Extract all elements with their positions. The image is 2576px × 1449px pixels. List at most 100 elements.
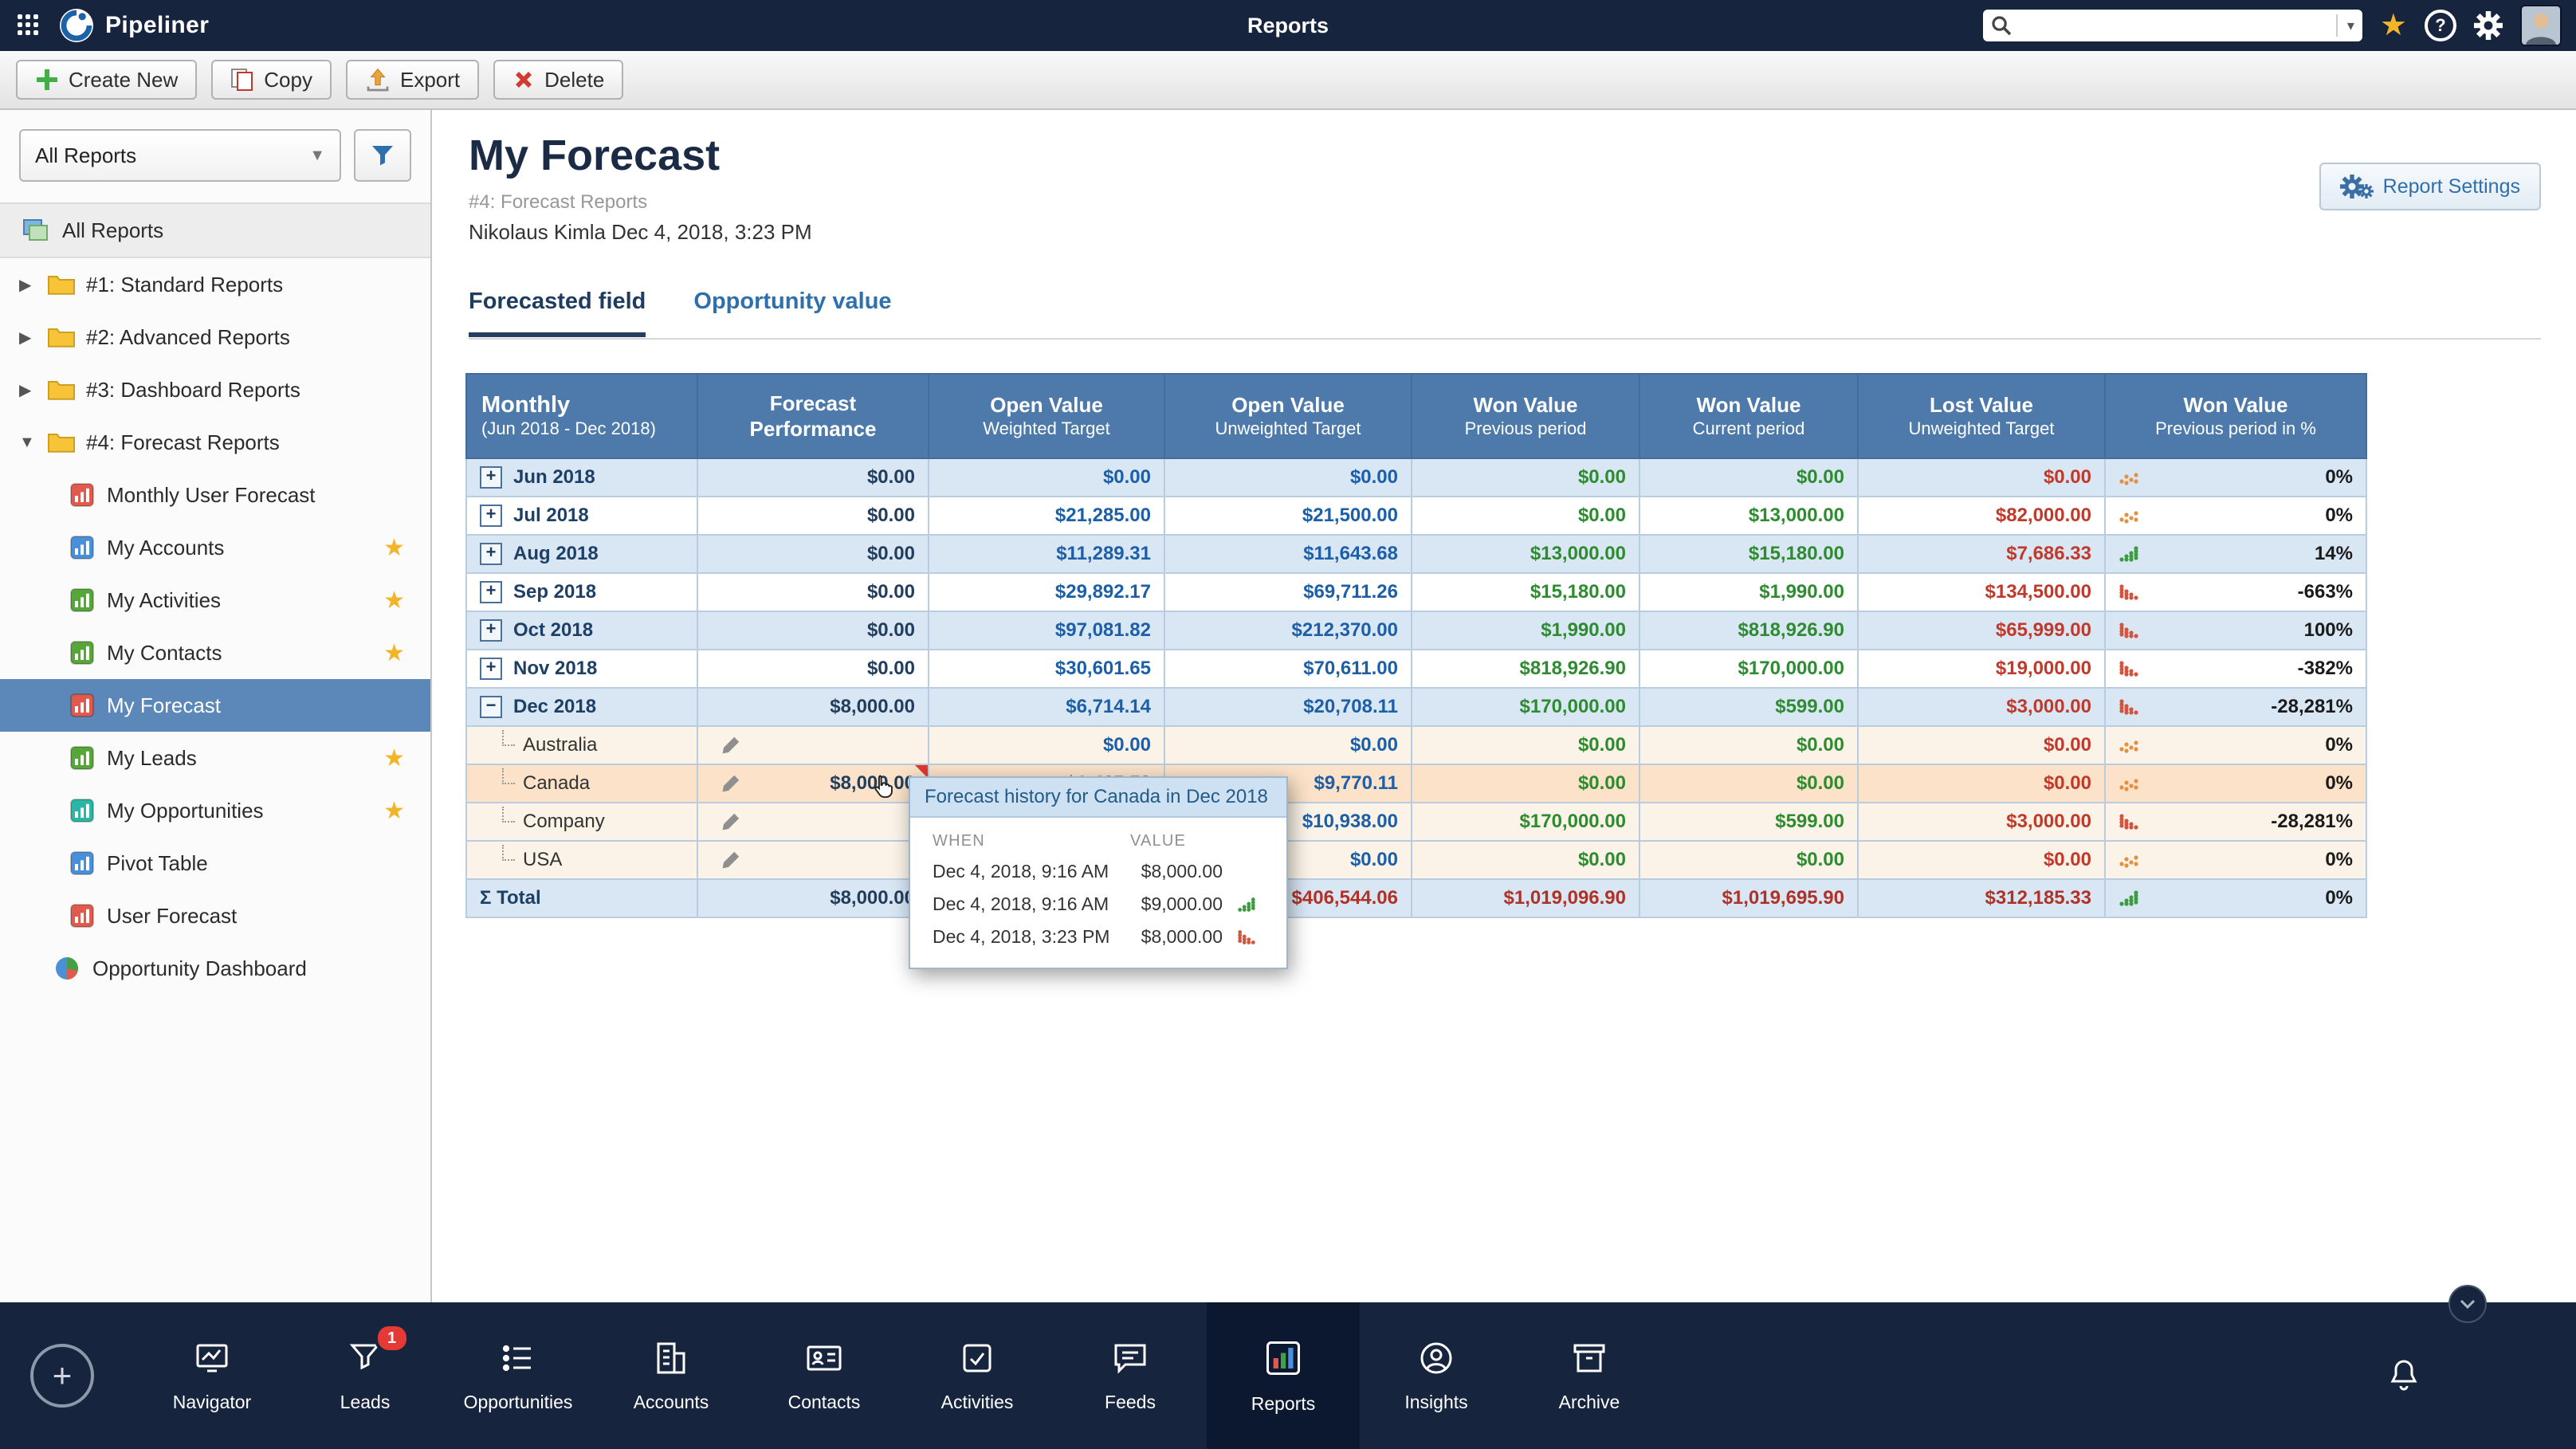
create-new-button[interactable]: Create New: [16, 60, 198, 100]
sidebar-item-my-activities[interactable]: My Activities ★: [0, 574, 430, 626]
table-row-nov-2018: + Nov 2018 $0.00 $30,601.65 $70,611.00 $818,9…: [465, 649, 2367, 689]
sidebar-item-user-forecast[interactable]: User Forecast: [0, 889, 430, 942]
nav-item-contacts[interactable]: Contacts: [748, 1302, 901, 1449]
sidebar-item-all-reports[interactable]: All Reports: [0, 202, 430, 258]
nav-item-reports[interactable]: Reports: [1207, 1302, 1360, 1449]
column-header-monthly-jun-2018-dec-2018[interactable]: Monthly (Jun 2018 - Dec 2018): [465, 373, 698, 459]
collapse-row-icon[interactable]: −: [480, 696, 502, 718]
filter-button[interactable]: [354, 129, 411, 182]
sidebar-item-monthly-user-forecast[interactable]: Monthly User Forecast: [0, 469, 430, 521]
nav-item-opportunities[interactable]: Opportunities: [442, 1302, 595, 1449]
cell-period-label: USA: [465, 840, 698, 880]
column-header-open-value-weighted-target[interactable]: Open Value Weighted Target: [928, 373, 1165, 459]
cell-won-previous: $0.00: [1411, 725, 1640, 765]
edit-pencil-icon[interactable]: [721, 850, 741, 870]
sidebar-item-label: Opportunity Dashboard: [92, 956, 307, 980]
chevron-right-icon[interactable]: ▶: [19, 275, 48, 295]
tab-opportunity-value[interactable]: Opportunity value: [693, 289, 891, 337]
nav-item-accounts[interactable]: Accounts: [595, 1302, 748, 1449]
star-icon[interactable]: ★: [383, 797, 405, 825]
cell-period-label[interactable]: + Nov 2018: [465, 649, 698, 689]
chevron-right-icon[interactable]: ▶: [19, 380, 48, 400]
sidebar-item-label: #3: Dashboard Reports: [86, 377, 300, 402]
cell-period-label[interactable]: + Aug 2018: [465, 534, 698, 574]
nav-item-label: Contacts: [787, 1391, 861, 1412]
edit-pencil-icon[interactable]: [721, 811, 741, 832]
star-icon[interactable]: ★: [383, 744, 405, 772]
search-input[interactable]: [2019, 13, 2330, 38]
cell-period-label[interactable]: + Sep 2018: [465, 572, 698, 612]
settings-gear-icon[interactable]: [2474, 11, 2503, 40]
activities-icon: [958, 1339, 996, 1377]
collapse-nav-button[interactable]: [2448, 1285, 2487, 1323]
sidebar-item-4-forecast-reports[interactable]: ▼ #4: Forecast Reports: [0, 416, 430, 469]
sidebar-item-opportunity-dashboard[interactable]: Opportunity Dashboard: [0, 942, 430, 995]
app-grid-icon[interactable]: [18, 14, 40, 37]
nav-item-archive[interactable]: Archive: [1513, 1302, 1666, 1449]
expand-row-icon[interactable]: +: [480, 581, 502, 603]
cell-lost-unweighted: $0.00: [1857, 764, 2106, 803]
tab-forecasted-field[interactable]: Forecasted field: [469, 289, 646, 337]
chevron-down-icon[interactable]: ▼: [19, 434, 48, 452]
nav-item-activities[interactable]: Activities: [901, 1302, 1054, 1449]
column-header-forecast-performance[interactable]: Forecast Performance: [697, 373, 929, 459]
global-search[interactable]: ▾: [1982, 10, 2362, 41]
insights-icon: [1417, 1339, 1455, 1377]
sidebar-filter-bar: All Reports ▼: [0, 110, 430, 202]
period-label: Aug 2018: [513, 543, 599, 564]
nav-item-insights[interactable]: Insights: [1360, 1302, 1513, 1449]
edit-pencil-icon[interactable]: [721, 735, 741, 756]
opportunities-icon: [499, 1339, 537, 1377]
column-header-won-value-previous-period-in[interactable]: Won Value Previous period in %: [2104, 373, 2367, 459]
expand-row-icon[interactable]: +: [480, 505, 502, 527]
report-tile-icon: [70, 641, 94, 665]
report-settings-button[interactable]: Report Settings: [2319, 163, 2541, 210]
sidebar-item-my-opportunities[interactable]: My Opportunities ★: [0, 784, 430, 837]
nav-item-leads[interactable]: Leads 1: [289, 1302, 442, 1449]
expand-row-icon[interactable]: +: [480, 466, 502, 489]
cell-period-label[interactable]: + Jun 2018: [465, 457, 698, 497]
star-icon[interactable]: ★: [383, 639, 405, 667]
sidebar-item-my-forecast[interactable]: My Forecast: [0, 679, 430, 732]
sidebar-item-3-dashboard-reports[interactable]: ▶ #3: Dashboard Reports: [0, 363, 430, 416]
cell-period-label[interactable]: + Oct 2018: [465, 611, 698, 650]
reports-tree: All Reports ▶ #1: Standard Reports ▶ #2: Adv…: [0, 202, 430, 1302]
nav-item-feeds[interactable]: Feeds: [1054, 1302, 1207, 1449]
sidebar-item-my-contacts[interactable]: My Contacts ★: [0, 626, 430, 679]
star-icon[interactable]: ★: [383, 534, 405, 562]
copy-button[interactable]: Copy: [211, 60, 332, 100]
column-header-won-value-current-period[interactable]: Won Value Current period: [1639, 373, 1859, 459]
pipeliner-logo-icon: [59, 8, 94, 43]
tooltip-body: Dec 4, 2018, 9:16 AM $8,000.00 Dec 4, 2018…: [910, 855, 1286, 968]
favorites-star-icon[interactable]: ★: [2380, 10, 2407, 41]
quick-add-button[interactable]: +: [30, 1344, 94, 1408]
cell-won-previous-pct: 100%: [2104, 611, 2367, 650]
column-header-open-value-unweighted-target[interactable]: Open Value Unweighted Target: [1164, 373, 1412, 459]
chevron-right-icon[interactable]: ▶: [19, 328, 48, 348]
delete-button[interactable]: Delete: [493, 60, 624, 100]
column-header-won-value-previous-period[interactable]: Won Value Previous period: [1411, 373, 1640, 459]
reports-filter-select[interactable]: All Reports ▼: [19, 129, 341, 182]
sidebar-item-1-standard-reports[interactable]: ▶ #1: Standard Reports: [0, 258, 430, 311]
sidebar-item-my-leads[interactable]: My Leads ★: [0, 732, 430, 784]
report-settings-gear-icon: [2339, 175, 2374, 198]
cell-period-label[interactable]: + Jul 2018: [465, 496, 698, 536]
notifications-bell-icon[interactable]: [2385, 1357, 2423, 1395]
export-button[interactable]: Export: [345, 60, 480, 100]
cell-period-label[interactable]: − Dec 2018: [465, 687, 698, 727]
edit-pencil-icon[interactable]: [721, 773, 741, 794]
sidebar-item-my-accounts[interactable]: My Accounts ★: [0, 521, 430, 574]
expand-row-icon[interactable]: +: [480, 658, 502, 680]
column-header-lost-value-unweighted-target[interactable]: Lost Value Unweighted Target: [1857, 373, 2106, 459]
expand-row-icon[interactable]: +: [480, 619, 502, 642]
expand-row-icon[interactable]: +: [480, 543, 502, 565]
help-icon[interactable]: ?: [2425, 10, 2456, 41]
nav-item-label: Navigator: [172, 1391, 252, 1412]
sidebar-item-pivot-table[interactable]: Pivot Table: [0, 837, 430, 889]
star-icon[interactable]: ★: [383, 587, 405, 615]
search-dropdown-caret-icon[interactable]: ▾: [2335, 14, 2354, 37]
user-avatar[interactable]: [2520, 5, 2562, 46]
sidebar-item-2-advanced-reports[interactable]: ▶ #2: Advanced Reports: [0, 311, 430, 363]
report-title: My Forecast: [469, 132, 721, 179]
nav-item-navigator[interactable]: Navigator: [135, 1302, 289, 1449]
